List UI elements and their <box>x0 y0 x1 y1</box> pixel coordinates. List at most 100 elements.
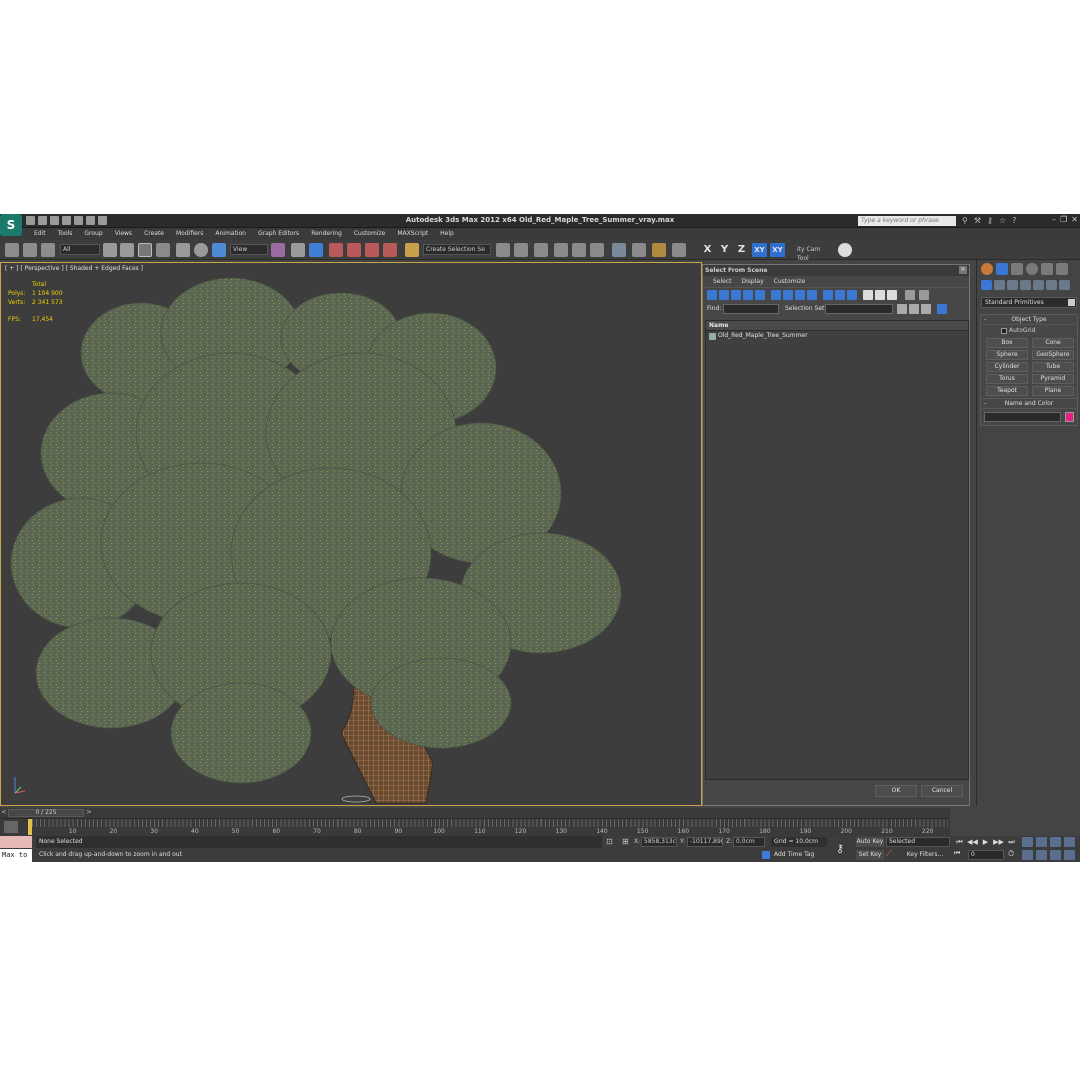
close-icon[interactable]: ✕ <box>1071 215 1078 224</box>
select-all-icon[interactable] <box>897 304 907 314</box>
geometry-icon[interactable] <box>981 280 992 290</box>
current-frame-field[interactable]: 0 <box>968 850 1004 860</box>
zoom-extents-all-icon[interactable] <box>1064 837 1075 847</box>
menu-help[interactable]: Help <box>434 228 460 240</box>
key-set-dropdown[interactable]: Selected <box>886 837 950 847</box>
helpers-icon[interactable] <box>1033 280 1044 290</box>
absolute-mode-icon[interactable]: ⊞ <box>622 837 629 846</box>
motion-tab-icon[interactable] <box>1026 263 1038 275</box>
select-by-name-icon[interactable] <box>120 243 134 257</box>
select-none-icon[interactable] <box>909 304 919 314</box>
rendered-frame-window-icon[interactable] <box>652 243 666 257</box>
dialog-options-icon[interactable] <box>937 304 947 314</box>
systems-icon[interactable] <box>1059 280 1070 290</box>
display-spacewarps-icon[interactable] <box>771 290 781 300</box>
list-item[interactable]: Old_Red_Maple_Tree_Summer <box>706 331 968 341</box>
time-slider-thumb[interactable]: 0 / 225 <box>8 809 84 817</box>
align-icon[interactable] <box>514 243 528 257</box>
menu-customize[interactable]: Customize <box>348 228 392 240</box>
plane-button[interactable]: Plane <box>1032 386 1074 396</box>
next-frame-button-icon[interactable]: ▶▶ <box>993 837 1004 847</box>
cylinder-button[interactable]: Cylinder <box>986 362 1028 372</box>
object-name-input[interactable] <box>984 412 1061 422</box>
modify-tab-icon[interactable] <box>996 263 1008 275</box>
dialog-menu-select[interactable]: Select <box>709 276 738 287</box>
time-configuration-icon[interactable]: ⏱ <box>1008 849 1014 859</box>
create-tab-icon[interactable] <box>981 263 993 275</box>
box-button[interactable]: Box <box>986 338 1028 348</box>
time-slider[interactable]: < 0 / 225 > <box>0 808 950 818</box>
link-icon[interactable] <box>5 243 19 257</box>
x-coordinate-field[interactable]: 5858,313c <box>641 837 677 847</box>
pivot-center-icon[interactable] <box>271 243 285 257</box>
utilities-tab-icon[interactable] <box>1056 263 1068 275</box>
render-production-icon[interactable] <box>672 243 686 257</box>
unlink-icon[interactable] <box>23 243 37 257</box>
lights-icon[interactable] <box>1007 280 1018 290</box>
lock-selection-icon[interactable]: ⊡ <box>606 837 613 846</box>
menu-graph-editors[interactable]: Graph Editors <box>252 228 305 240</box>
display-containers-icon[interactable] <box>823 290 833 300</box>
tools-icon[interactable]: ⚒ <box>974 216 981 226</box>
dialog-menu-customize[interactable]: Customize <box>770 276 812 287</box>
key-mode-icon[interactable]: ⏮ <box>954 849 960 858</box>
axis-xy-cycle-button[interactable]: XY <box>770 243 785 257</box>
display-groups-icon[interactable] <box>783 290 793 300</box>
layer-manager-icon[interactable] <box>534 243 548 257</box>
ok-button[interactable]: OK <box>875 785 917 797</box>
goto-end-icon[interactable]: ⏭ <box>1006 837 1017 847</box>
add-time-tag-button[interactable]: Add Time Tag <box>762 850 814 860</box>
goto-start-icon[interactable]: ⏮ <box>954 837 965 847</box>
filter-toggle-icon[interactable] <box>919 290 929 300</box>
track-bar[interactable]: 0102030405060708090100110120130140150160… <box>0 818 950 836</box>
bind-space-warp-icon[interactable] <box>41 243 55 257</box>
menu-modifiers[interactable]: Modifiers <box>170 228 209 240</box>
pyramid-button[interactable]: Pyramid <box>1032 374 1074 384</box>
display-shapes-icon[interactable] <box>719 290 729 300</box>
rectangular-selection-icon[interactable] <box>138 243 152 257</box>
snaps-toggle-icon[interactable] <box>329 243 343 257</box>
selection-filter-dropdown[interactable]: All <box>60 244 100 255</box>
rotate-icon[interactable] <box>194 243 208 257</box>
axis-y-button[interactable]: Y <box>717 243 732 257</box>
menu-group[interactable]: Group <box>78 228 108 240</box>
pan-view-icon[interactable] <box>1036 850 1047 860</box>
display-tab-icon[interactable] <box>1041 263 1053 275</box>
maximize-viewport-icon[interactable] <box>1064 850 1075 860</box>
column-header-name[interactable]: Name <box>706 321 968 331</box>
previous-frame-icon[interactable]: ◀◀ <box>967 837 978 847</box>
spacewarps-icon[interactable] <box>1046 280 1057 290</box>
zoom-extents-icon[interactable] <box>1050 837 1061 847</box>
display-all-icon[interactable] <box>863 290 873 300</box>
cameras-icon[interactable] <box>1020 280 1031 290</box>
cancel-button[interactable]: Cancel <box>921 785 963 797</box>
viewport-label-menu[interactable]: [ + ] [ Perspective ] [ Shaded + Edged F… <box>5 265 143 272</box>
display-xrefs-icon[interactable] <box>795 290 805 300</box>
perspective-viewport[interactable]: [ + ] [ Perspective ] [ Shaded + Edged F… <box>0 262 702 806</box>
axis-xy-button[interactable]: XY <box>752 243 767 257</box>
autogrid-checkbox[interactable]: AutoGrid <box>981 325 1077 336</box>
application-menu-button[interactable]: S <box>0 214 22 236</box>
percent-snap-icon[interactable] <box>365 243 379 257</box>
rollout-header[interactable]: - Object Type <box>981 315 1077 325</box>
keyboard-shortcut-override-icon[interactable] <box>309 243 323 257</box>
teapot-render-icon[interactable] <box>838 243 852 257</box>
mirror-icon[interactable] <box>496 243 510 257</box>
field-of-view-icon[interactable] <box>1022 850 1033 860</box>
hierarchy-tab-icon[interactable] <box>1011 263 1023 275</box>
orbit-icon[interactable] <box>1050 850 1061 860</box>
set-keys-key-icon[interactable]: ⚷ <box>836 842 844 855</box>
prev-frame-icon[interactable]: < <box>1 808 7 816</box>
select-manipulate-icon[interactable] <box>291 243 305 257</box>
minimize-icon[interactable]: – <box>1052 215 1056 224</box>
window-crossing-icon[interactable] <box>156 243 170 257</box>
zoom-all-icon[interactable] <box>1036 837 1047 847</box>
object-color-swatch[interactable] <box>1065 412 1074 422</box>
named-selection-set-dropdown[interactable]: Create Selection Se <box>423 244 491 255</box>
filter-icon[interactable] <box>905 290 915 300</box>
binoculars-icon[interactable]: ⚲ <box>962 216 968 226</box>
select-object-icon[interactable] <box>103 243 117 257</box>
display-invert-icon[interactable] <box>887 290 897 300</box>
key-tangent-icon[interactable]: ⟋ <box>886 849 892 859</box>
dialog-menu-display[interactable]: Display <box>738 276 770 287</box>
